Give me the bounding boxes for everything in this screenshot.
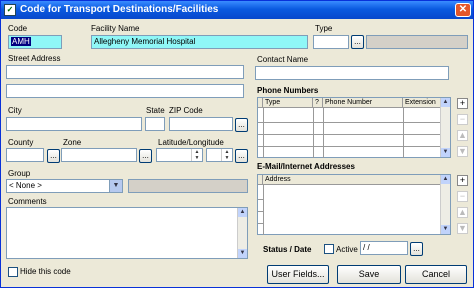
dialog-window: ✓ Code for Transport Destinations/Facili… <box>0 0 474 288</box>
active-label: Active <box>336 245 358 254</box>
county-field[interactable] <box>6 148 44 162</box>
county-label: County <box>8 138 34 147</box>
hide-code-label: Hide this code <box>20 267 71 276</box>
move-phone-down-button[interactable]: ▼ <box>457 146 468 157</box>
grid-row-divider <box>258 122 441 123</box>
column-header-flag[interactable]: ? <box>313 98 323 108</box>
status-date-field[interactable]: / / <box>360 241 408 255</box>
move-email-up-button[interactable]: ▲ <box>457 207 468 218</box>
grid-col-divider <box>263 185 264 235</box>
contact-name-field[interactable] <box>255 66 449 80</box>
status-date-label: Status / Date <box>263 245 312 254</box>
contact-name-label: Contact Name <box>257 55 309 64</box>
hide-code-checkbox[interactable] <box>8 267 18 277</box>
comments-label: Comments <box>8 197 47 206</box>
street-address-label: Street Address <box>8 54 61 63</box>
grid-col-divider <box>323 108 324 158</box>
column-header-type[interactable]: Type <box>263 98 313 108</box>
grid-col-divider <box>313 108 314 158</box>
grid-col-divider <box>403 108 404 158</box>
phone-numbers-heading: Phone Numbers <box>257 86 319 95</box>
city-label: City <box>8 106 22 115</box>
email-heading: E-Mail/Internet Addresses <box>257 162 355 171</box>
save-button[interactable]: Save <box>337 265 401 284</box>
group-label: Group <box>8 169 31 178</box>
move-phone-up-button[interactable]: ▲ <box>457 130 468 141</box>
remove-email-button[interactable]: − <box>457 191 468 202</box>
code-value: AMH <box>11 37 31 46</box>
type-field[interactable] <box>313 35 349 49</box>
phone-grid-scrollbar[interactable]: ▲ ▼ <box>440 98 450 157</box>
phone-numbers-grid[interactable]: Type ? Phone Number Extension ▲ ▼ <box>257 97 451 158</box>
zone-lookup-button[interactable]: ... <box>139 149 152 163</box>
app-icon: ✓ <box>4 4 16 16</box>
grid-row-divider <box>258 146 441 147</box>
move-email-down-button[interactable]: ▼ <box>457 223 468 234</box>
zone-field[interactable] <box>61 148 137 162</box>
street-address-line1[interactable] <box>6 65 244 79</box>
email-grid-scrollbar[interactable]: ▲ ▼ <box>440 175 450 234</box>
street-address-line2[interactable] <box>6 84 244 98</box>
code-field[interactable]: AMH <box>8 35 62 49</box>
chevron-down-icon[interactable]: ▼ <box>109 180 122 192</box>
latitude-field[interactable]: ▲ ▼ <box>156 148 203 162</box>
longitude-field[interactable]: ▲ ▼ <box>206 148 233 162</box>
type-lookup-button[interactable]: ... <box>351 35 364 49</box>
type-label: Type <box>315 24 333 33</box>
scroll-up-icon[interactable]: ▲ <box>441 98 450 107</box>
group-description-field <box>128 179 248 193</box>
add-phone-button[interactable]: + <box>457 98 468 109</box>
type-description-field <box>366 35 468 49</box>
active-checkbox[interactable] <box>324 244 334 254</box>
cancel-button[interactable]: Cancel <box>405 265 467 284</box>
code-label: Code <box>8 24 28 33</box>
user-fields-button[interactable]: User Fields... <box>267 265 329 284</box>
column-header-extension[interactable]: Extension <box>403 98 441 108</box>
facility-name-field[interactable]: Allegheny Memorial Hospital <box>91 35 308 49</box>
scroll-up-icon[interactable]: ▲ <box>441 175 450 184</box>
close-button[interactable]: ✕ <box>455 3 471 17</box>
add-email-button[interactable]: + <box>457 175 468 186</box>
latlong-lookup-button[interactable]: ... <box>235 149 248 163</box>
state-field[interactable] <box>145 117 165 131</box>
grid-row-divider <box>258 134 441 135</box>
remove-phone-button[interactable]: − <box>457 114 468 125</box>
column-header-phone-number[interactable]: Phone Number <box>323 98 403 108</box>
spin-down-icon[interactable]: ▼ <box>222 155 232 161</box>
zip-field[interactable] <box>169 117 233 131</box>
group-dropdown[interactable]: < None > ▼ <box>6 179 123 193</box>
spin-down-icon[interactable]: ▼ <box>192 155 202 161</box>
zone-label: Zone <box>63 138 82 147</box>
state-label: State <box>146 106 165 115</box>
title-bar: ✓ Code for Transport Destinations/Facili… <box>1 1 473 19</box>
scroll-down-icon[interactable]: ▼ <box>238 249 247 258</box>
date-lookup-button[interactable]: ... <box>410 242 423 256</box>
city-field[interactable] <box>6 117 142 131</box>
facility-name-label: Facility Name <box>91 24 140 33</box>
group-value: < None > <box>9 181 42 190</box>
window-title: Code for Transport Destinations/Faciliti… <box>20 4 219 15</box>
email-grid[interactable]: Address ▲ ▼ <box>257 174 451 235</box>
latlong-label: Latitude/Longitude <box>158 138 224 147</box>
column-header-address[interactable]: Address <box>263 175 441 185</box>
comments-scrollbar[interactable]: ▲ ▼ <box>237 208 247 258</box>
latitude-spinner[interactable]: ▲ ▼ <box>191 149 202 161</box>
longitude-spinner[interactable]: ▲ ▼ <box>221 149 232 161</box>
grid-col-divider <box>263 108 264 158</box>
scroll-down-icon[interactable]: ▼ <box>441 148 450 157</box>
county-lookup-button[interactable]: ... <box>47 149 60 163</box>
scroll-up-icon[interactable]: ▲ <box>238 208 247 217</box>
comments-textarea[interactable]: ▲ ▼ <box>6 207 248 259</box>
zip-label: ZIP Code <box>169 106 203 115</box>
scroll-down-icon[interactable]: ▼ <box>441 225 450 234</box>
zip-lookup-button[interactable]: ... <box>235 118 248 132</box>
